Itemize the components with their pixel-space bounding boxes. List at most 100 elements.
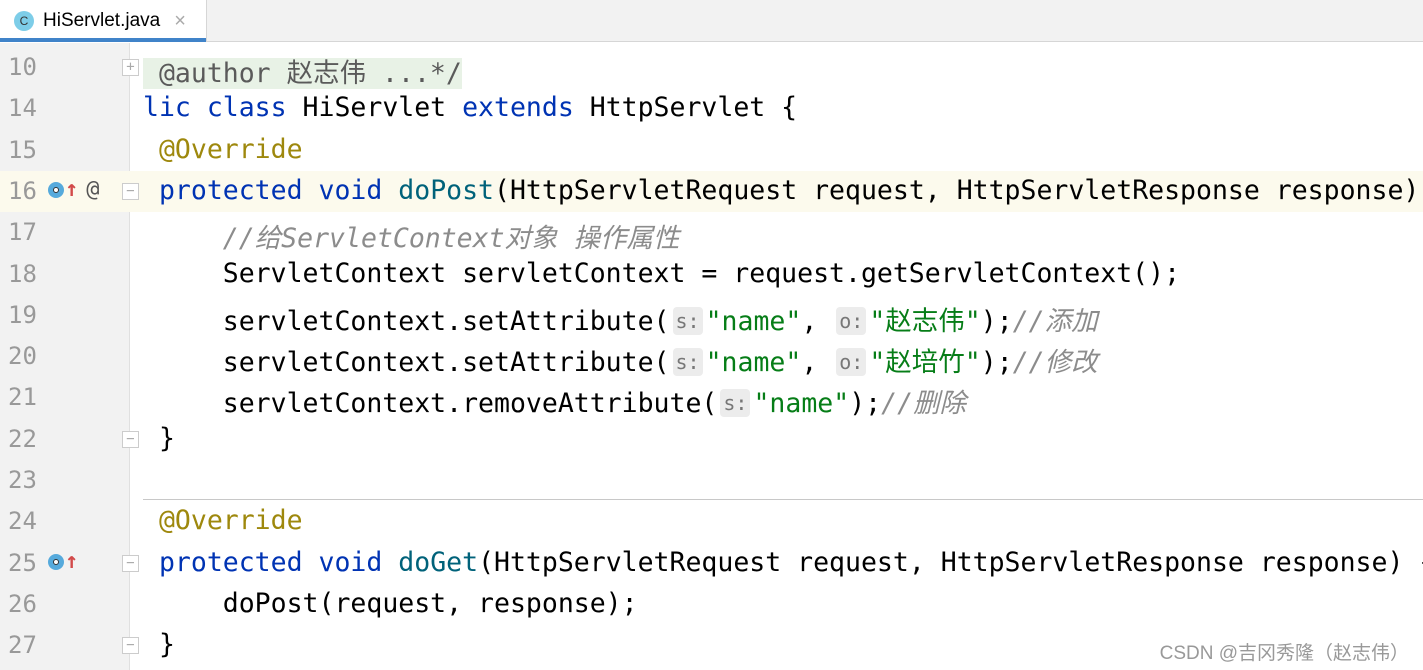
code-token: , (801, 305, 834, 337)
line-number: 25 (8, 548, 37, 577)
code-line[interactable]: 20 servletContext.setAttribute(s: "name",… (0, 336, 1423, 379)
code-token: //修改 (1012, 347, 1098, 379)
code-line[interactable]: 22 − } (0, 419, 1423, 460)
tab-hiservlet-java[interactable]: C HiServlet.java × (0, 0, 207, 42)
code-token: extends (462, 92, 590, 124)
code-text: ServletContext servletContext = request.… (143, 258, 1180, 289)
code-line[interactable]: 24 @Override (0, 501, 1423, 542)
code-token: "赵培竹" (869, 347, 981, 379)
code-token: servletContext.setAttribute( (143, 347, 670, 379)
code-line[interactable]: 15 @Override (0, 130, 1423, 171)
line-number: 23 (8, 466, 37, 494)
code-line[interactable]: 25 ↑ − protected void doGet(HttpServletReq… (0, 543, 1423, 584)
code-token: doPost(request, response); (143, 587, 638, 619)
code-text: @Override (143, 505, 303, 536)
code-text: } (143, 423, 175, 454)
line-number: 21 (8, 383, 37, 412)
class-icon: C (14, 11, 34, 31)
code-line[interactable]: 14 lic class HiServlet extends HttpServle… (0, 88, 1423, 129)
line-number: 24 (8, 507, 37, 536)
editor-tab-bar: C HiServlet.java × (0, 0, 1423, 42)
code-text: @author 赵志伟 ...*/ (143, 51, 462, 90)
code-token: , (801, 347, 834, 379)
code-text: servletContext.setAttribute(s: "name", o:… (143, 340, 1098, 379)
code-token: @author 赵志伟 ...*/ (143, 58, 462, 89)
code-token: @Override (143, 505, 303, 537)
code-token: ); (980, 347, 1013, 379)
code-text: lic class HiServlet extends HttpServlet … (143, 92, 797, 123)
override-arrow-icon[interactable]: ↑ (65, 177, 78, 202)
code-line[interactable]: 26 doPost(request, response); (0, 584, 1423, 625)
parameter-hint: s: (672, 348, 703, 377)
line-number: 27 (8, 631, 37, 660)
code-token: "赵志伟" (869, 305, 981, 337)
line-number: 22 (8, 424, 37, 453)
line-number: 17 (8, 218, 37, 247)
code-token: (HttpServletRequest request, HttpServlet… (478, 546, 1423, 578)
fold-toggle-icon[interactable]: + (122, 59, 139, 76)
code-token: ); (849, 388, 882, 420)
gutter-icons[interactable]: ↑ (48, 549, 78, 574)
parameter-hint: o: (836, 306, 867, 335)
line-number: 20 (8, 342, 37, 371)
line-number: 19 (8, 300, 37, 329)
watermark: CSDN @吉冈秀隆（赵志伟） (1159, 643, 1409, 664)
code-token: protected void (143, 174, 399, 206)
parameter-hint: s: (672, 306, 703, 335)
code-token: //给ServletContext对象 操作属性 (143, 223, 680, 255)
tab-title: HiServlet.java (43, 10, 161, 31)
code-token: protected void (143, 546, 399, 578)
code-token: } (143, 629, 175, 661)
annotation-icon[interactable]: @ (86, 177, 99, 202)
parameter-hint: o: (836, 348, 867, 377)
implements-method-icon[interactable] (48, 181, 64, 198)
code-token: //添加 (1012, 305, 1098, 337)
code-line[interactable]: 23 (0, 460, 1423, 501)
code-text: protected void doGet(HttpServletRequest … (143, 547, 1423, 578)
code-token: "name" (705, 347, 802, 379)
code-token: HttpServlet { (589, 92, 798, 124)
code-token: "name" (753, 388, 850, 420)
line-number: 10 (8, 53, 37, 81)
fold-toggle-icon[interactable]: − (122, 430, 139, 448)
code-text: doPost(request, response); (143, 588, 638, 619)
code-line[interactable]: 17 //给ServletContext对象 操作属性 (0, 212, 1423, 255)
code-text: } (143, 629, 175, 660)
code-line[interactable]: 18 ServletContext servletContext = reque… (0, 254, 1423, 295)
fold-toggle-icon[interactable]: − (122, 637, 139, 655)
code-token: HiServlet (302, 92, 463, 124)
code-text: servletContext.removeAttribute(s: "name")… (143, 381, 966, 420)
code-token: doPost (398, 174, 495, 206)
close-icon[interactable]: × (174, 10, 186, 33)
line-number: 26 (8, 589, 37, 618)
code-line[interactable]: 19 servletContext.setAttribute(s: "name",… (0, 295, 1423, 338)
code-token: //删除 (881, 388, 967, 420)
code-token: servletContext.removeAttribute( (143, 388, 718, 420)
implements-method-icon[interactable] (48, 553, 64, 570)
gutter-icons[interactable]: ↑ @ (48, 177, 100, 202)
code-token: doGet (398, 546, 479, 578)
fold-toggle-icon[interactable]: − (122, 554, 139, 572)
method-separator (143, 499, 1423, 500)
code-token: servletContext.setAttribute( (143, 305, 670, 337)
code-text: servletContext.setAttribute(s: "name", o:… (143, 299, 1098, 338)
code-token: "name" (705, 305, 802, 337)
code-line[interactable]: 10 + @author 赵志伟 ...*/ (0, 47, 1423, 90)
code-text: //给ServletContext对象 操作属性 (143, 216, 680, 255)
code-token: } (143, 422, 175, 454)
code-token: ServletContext servletContext = request.… (143, 257, 1181, 289)
code-line[interactable]: 21 servletContext.removeAttribute(s: "nam… (0, 377, 1423, 420)
parameter-hint: s: (720, 389, 751, 418)
code-line[interactable]: 16 ↑ @ − protected void doPost(HttpServletR… (0, 170, 1423, 212)
fold-toggle-icon[interactable]: − (122, 182, 139, 200)
code-token: (HttpServletRequest request, HttpServlet… (494, 174, 1420, 206)
line-number: 18 (8, 259, 37, 288)
code-token: @Override (143, 133, 303, 165)
code-text: protected void doPost(HttpServletRequest… (143, 175, 1419, 206)
line-number: 15 (8, 135, 37, 164)
line-number: 16 (8, 176, 37, 205)
code-token: lic class (143, 92, 303, 124)
override-arrow-icon[interactable]: ↑ (65, 549, 78, 574)
code-text: @Override (143, 134, 303, 165)
code-token: ); (980, 305, 1013, 337)
